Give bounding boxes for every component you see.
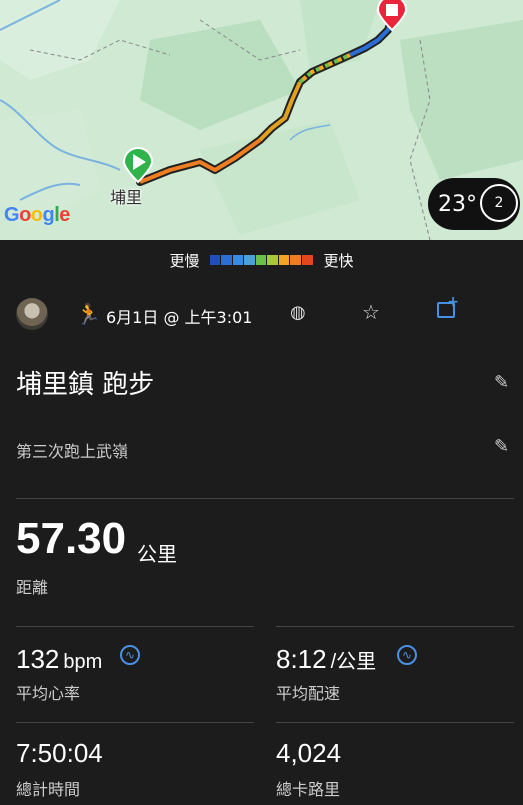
add-photo-icon[interactable] xyxy=(437,294,459,318)
distance-unit: 公里 xyxy=(137,542,177,566)
heart-rate-stat[interactable]: 132 bpm xyxy=(16,644,102,675)
pace-color-swatch xyxy=(209,255,221,265)
divider xyxy=(16,498,514,499)
pace-fast-label: 更快 xyxy=(323,251,354,270)
divider xyxy=(276,722,514,723)
pace-color-swatch xyxy=(232,255,244,265)
google-logo: Google xyxy=(4,204,70,226)
route-map[interactable]: 埔里 Google 23° 2 xyxy=(0,0,523,240)
activity-description: 第三次跑上武嶺 xyxy=(16,442,129,461)
heart-rate-unit: bpm xyxy=(63,651,103,673)
weather-temperature: 23° xyxy=(438,191,477,217)
edit-title-icon[interactable]: ✎ xyxy=(494,372,509,393)
pace-color-swatch xyxy=(255,255,267,265)
divider xyxy=(276,626,514,627)
pace-label: 平均配速 xyxy=(276,684,341,703)
pace-value: 8:12 xyxy=(276,644,327,674)
finish-marker-icon xyxy=(376,0,408,32)
pace-stat[interactable]: 8:12/公里 xyxy=(276,644,376,675)
privacy-globe-icon[interactable]: ◍ xyxy=(290,302,306,323)
pace-color-swatch xyxy=(221,255,232,265)
wind-icon: 2 xyxy=(480,184,518,222)
running-icon: 🏃 xyxy=(76,302,101,326)
pace-color-swatch xyxy=(278,255,290,265)
favorite-star-icon[interactable]: ☆ xyxy=(362,300,380,324)
pace-slow-label: 更慢 xyxy=(169,251,200,270)
divider xyxy=(16,722,254,723)
pace-color-swatch xyxy=(302,255,313,265)
total-time-label: 總計時間 xyxy=(16,780,81,799)
divider xyxy=(16,626,254,627)
pace-legend: 更慢 更快 xyxy=(0,240,523,280)
pace-unit: /公里 xyxy=(330,651,377,673)
distance-label: 距離 xyxy=(16,578,49,597)
wind-speed: 2 xyxy=(494,195,504,211)
heart-rate-value: 132 xyxy=(16,644,60,674)
activity-title: 埔里鎮 跑步 xyxy=(16,370,155,400)
calories-label: 總卡路里 xyxy=(276,780,341,799)
activity-meta-row: 🏃 6月1日 @ 上午3:01 ◍ ☆ xyxy=(0,292,523,336)
distance-value: 57.30 xyxy=(16,514,127,563)
heart-rate-label: 平均心率 xyxy=(16,684,81,703)
pace-gradient xyxy=(209,255,314,265)
pace-color-swatch xyxy=(290,255,301,265)
total-time-value: 7:50:04 xyxy=(16,738,103,768)
pace-chart-icon[interactable]: ∿ xyxy=(397,645,417,665)
activity-date: 6月1日 @ 上午3:01 xyxy=(106,308,253,327)
calories-value: 4,024 xyxy=(276,738,342,768)
edit-description-icon[interactable]: ✎ xyxy=(494,436,509,457)
map-town-label: 埔里 xyxy=(110,188,143,207)
weather-badge[interactable]: 23° 2 xyxy=(428,178,520,230)
pace-color-swatch xyxy=(244,255,255,265)
heart-rate-chart-icon[interactable]: ∿ xyxy=(120,645,140,665)
avatar[interactable] xyxy=(16,298,48,330)
pace-color-swatch xyxy=(267,255,278,265)
